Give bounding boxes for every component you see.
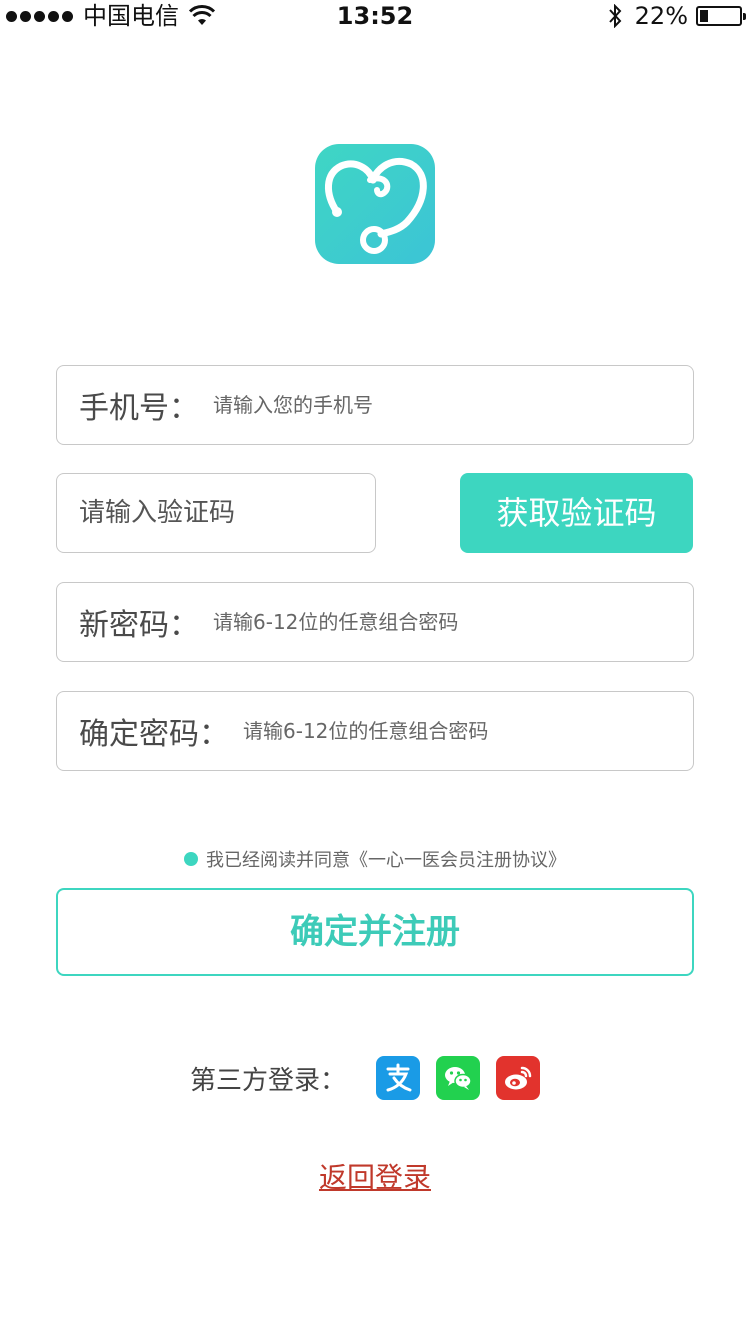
wechat-icon[interactable] xyxy=(436,1056,480,1100)
battery-percent: 22% xyxy=(634,2,688,30)
verification-code-input[interactable] xyxy=(79,493,403,533)
status-bar: 中国电信 13:52 22% xyxy=(0,0,750,34)
agreement-checkbox[interactable] xyxy=(184,852,198,866)
alipay-icon[interactable] xyxy=(376,1056,420,1100)
confirm-password-input[interactable] xyxy=(243,711,693,751)
back-to-login-link[interactable]: 返回登录 xyxy=(0,1156,750,1196)
agreement-text[interactable]: 我已经阅读并同意《一心一医会员注册协议》 xyxy=(206,846,566,872)
confirm-password-label: 确定密码： xyxy=(79,717,229,752)
third-party-login: 第三方登录： xyxy=(0,1056,750,1100)
battery-fill xyxy=(700,10,709,22)
phone-input[interactable] xyxy=(213,385,693,425)
register-button[interactable]: 确定并注册 xyxy=(56,888,694,976)
verification-code-field xyxy=(56,473,403,553)
new-password-field: 新密码： xyxy=(56,582,694,662)
get-code-button[interactable]: 获取验证码 xyxy=(460,473,693,553)
new-password-input[interactable] xyxy=(213,602,693,642)
register-screen: 中国电信 13:52 22% 手机号： 请输入您的手机号 请输入验证码 获取验证… xyxy=(0,0,750,1334)
new-password-label: 新密码： xyxy=(79,608,199,643)
stethoscope-heart-icon xyxy=(315,144,435,264)
battery-icon xyxy=(696,6,746,26)
bluetooth-icon xyxy=(608,4,622,28)
weibo-icon[interactable] xyxy=(496,1056,540,1100)
phone-label: 手机号： xyxy=(79,391,199,426)
confirm-password-field: 确定密码： xyxy=(56,691,694,771)
third-party-label: 第三方登录： xyxy=(189,1065,346,1096)
agreement-row[interactable]: 我已经阅读并同意《一心一医会员注册协议》 xyxy=(0,846,750,872)
status-right: 22% xyxy=(607,2,746,30)
phone-field: 手机号： xyxy=(56,365,694,445)
